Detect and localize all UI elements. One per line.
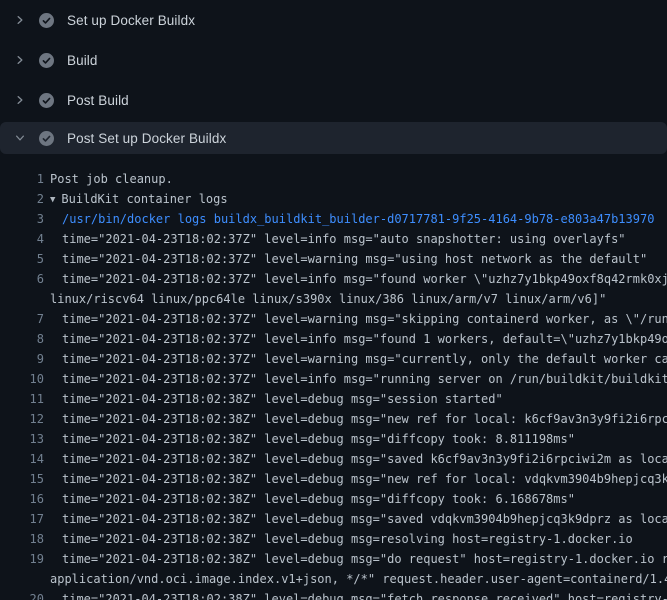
log-line: 18 time="2021-04-23T18:02:38Z" level=debu… [0, 529, 667, 549]
step-set-up-docker-buildx[interactable]: Set up Docker Buildx [0, 0, 667, 40]
log-line: 5 time="2021-04-23T18:02:37Z" level=warni… [0, 249, 667, 269]
log-line-number[interactable]: 15 [0, 469, 44, 489]
log-line-text: time="2021-04-23T18:02:37Z" level=info m… [50, 329, 667, 349]
step-build[interactable]: Build [0, 40, 667, 80]
check-circle-icon [39, 53, 54, 68]
log-line-number [0, 289, 44, 309]
log-line: 9 time="2021-04-23T18:02:37Z" level=warni… [0, 349, 667, 369]
log-line-number[interactable]: 2 [0, 189, 44, 209]
log-line-text: application/vnd.oci.image.index.v1+json,… [50, 569, 667, 589]
log-line-text: time="2021-04-23T18:02:37Z" level=info m… [50, 369, 667, 389]
chevron-right-icon [14, 94, 30, 106]
log-line-text: time="2021-04-23T18:02:38Z" level=debug … [50, 509, 667, 529]
log-line-number[interactable]: 4 [0, 229, 44, 249]
log-line: linux/riscv64 linux/ppc64le linux/s390x … [0, 289, 667, 309]
log-line-number[interactable]: 19 [0, 549, 44, 569]
log-line: 4 time="2021-04-23T18:02:37Z" level=info … [0, 229, 667, 249]
log-line-text: time="2021-04-23T18:02:38Z" level=debug … [50, 529, 633, 549]
log-line-number[interactable]: 18 [0, 529, 44, 549]
log-line-number[interactable]: 17 [0, 509, 44, 529]
chevron-right-icon [14, 54, 30, 66]
log-line: application/vnd.oci.image.index.v1+json,… [0, 569, 667, 589]
log-line: 11 time="2021-04-23T18:02:38Z" level=debu… [0, 389, 667, 409]
log-line-number[interactable]: 11 [0, 389, 44, 409]
log-line-number[interactable]: 20 [0, 589, 44, 600]
log-line: 19 time="2021-04-23T18:02:38Z" level=debu… [0, 549, 667, 569]
log-line-text: Post job cleanup. [50, 169, 173, 189]
log-line: 14 time="2021-04-23T18:02:38Z" level=debu… [0, 449, 667, 469]
log-line-number[interactable]: 1 [0, 169, 44, 189]
log-line-text: time="2021-04-23T18:02:38Z" level=debug … [50, 469, 667, 489]
log-line: 8 time="2021-04-23T18:02:37Z" level=info … [0, 329, 667, 349]
group-toggle-caret-icon[interactable]: ▼ [50, 190, 55, 209]
check-circle-icon [39, 93, 54, 108]
log-line: 7 time="2021-04-23T18:02:37Z" level=warni… [0, 309, 667, 329]
log-line-number[interactable]: 10 [0, 369, 44, 389]
log-line-text: time="2021-04-23T18:02:37Z" level=info m… [50, 229, 626, 249]
log-line-text: ▼ BuildKit container logs [50, 189, 228, 209]
log-line-number[interactable]: 12 [0, 409, 44, 429]
step-post-set-up-docker-buildx[interactable]: Post Set up Docker Buildx [0, 122, 667, 154]
check-circle-icon [39, 131, 54, 146]
chevron-down-icon [14, 132, 30, 144]
log-line: 15 time="2021-04-23T18:02:38Z" level=debu… [0, 469, 667, 489]
log-line-text: time="2021-04-23T18:02:38Z" level=debug … [50, 449, 667, 469]
log-line-number[interactable]: 14 [0, 449, 44, 469]
log-line-number[interactable]: 9 [0, 349, 44, 369]
step-label: Set up Docker Buildx [67, 13, 195, 28]
log-line-text: time="2021-04-23T18:02:38Z" level=debug … [50, 409, 667, 429]
log-line-text: time="2021-04-23T18:02:38Z" level=debug … [50, 389, 503, 409]
step-label: Post Build [67, 93, 129, 108]
group-label[interactable]: BuildKit container logs [61, 192, 227, 206]
log-line: 13 time="2021-04-23T18:02:38Z" level=debu… [0, 429, 667, 449]
log-line-text: time="2021-04-23T18:02:37Z" level=warnin… [50, 349, 667, 369]
log-line-number [0, 569, 44, 589]
log-line-text: time="2021-04-23T18:02:38Z" level=debug … [50, 489, 575, 509]
log-line: 10 time="2021-04-23T18:02:37Z" level=info… [0, 369, 667, 389]
step-label: Post Set up Docker Buildx [67, 131, 226, 146]
step-log-output: 1 Post job cleanup. 2 ▼ BuildKit container l… [0, 154, 667, 600]
log-line-number[interactable]: 3 [0, 209, 44, 229]
log-line-text: time="2021-04-23T18:02:37Z" level=warnin… [50, 249, 647, 269]
log-line: 3/usr/bin/docker logs buildx_buildkit_bu… [0, 209, 667, 229]
log-line: 12 time="2021-04-23T18:02:38Z" level=debu… [0, 409, 667, 429]
log-line-number[interactable]: 13 [0, 429, 44, 449]
check-circle-icon [39, 13, 54, 28]
step-label: Build [67, 53, 98, 68]
log-line-text: linux/riscv64 linux/ppc64le linux/s390x … [50, 289, 606, 309]
log-line-number[interactable]: 6 [0, 269, 44, 289]
actions-log-viewer: Set up Docker Buildx Build Post Build [0, 0, 667, 600]
log-line: 16 time="2021-04-23T18:02:38Z" level=debu… [0, 489, 667, 509]
log-line-number[interactable]: 5 [0, 249, 44, 269]
log-line-number[interactable]: 8 [0, 329, 44, 349]
step-post-build[interactable]: Post Build [0, 80, 667, 120]
chevron-right-icon [14, 14, 30, 26]
log-line-text: time="2021-04-23T18:02:37Z" level=info m… [50, 269, 667, 289]
log-line-text: time="2021-04-23T18:02:38Z" level=debug … [50, 589, 667, 600]
log-line: 1 Post job cleanup. [0, 169, 667, 189]
log-line: 2 ▼ BuildKit container logs [0, 189, 667, 209]
step-list: Set up Docker Buildx Build Post Build [0, 0, 667, 154]
log-line-text: time="2021-04-23T18:02:37Z" level=warnin… [50, 309, 667, 329]
log-line: 17 time="2021-04-23T18:02:38Z" level=debu… [0, 509, 667, 529]
log-line-text: time="2021-04-23T18:02:38Z" level=debug … [50, 429, 575, 449]
log-line: 20 time="2021-04-23T18:02:38Z" level=debu… [0, 589, 667, 600]
log-line: 6 time="2021-04-23T18:02:37Z" level=info … [0, 269, 667, 289]
log-line-number[interactable]: 16 [0, 489, 44, 509]
log-line-text: time="2021-04-23T18:02:38Z" level=debug … [50, 549, 667, 569]
log-command-text: /usr/bin/docker logs buildx_buildkit_bui… [50, 209, 654, 229]
log-line-number[interactable]: 7 [0, 309, 44, 329]
